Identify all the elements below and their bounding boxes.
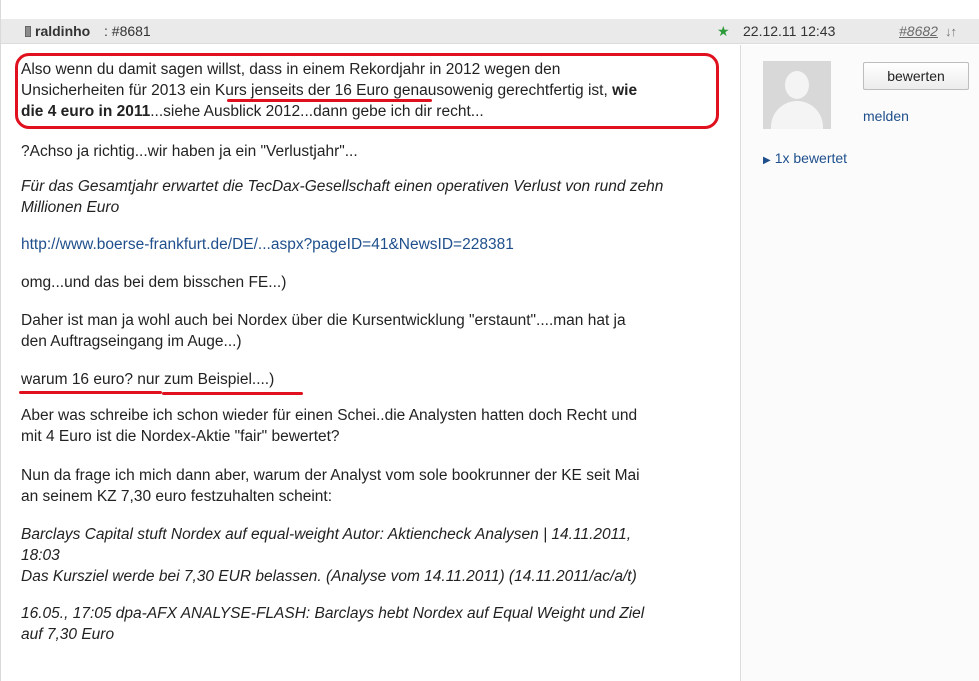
paragraph: omg...und das bei dem bisschen FE...) <box>21 274 287 291</box>
paragraph: ?Achso ja richtig...wir haben ja ein "Ve… <box>21 143 358 160</box>
star-icon: ★ <box>717 23 730 39</box>
paragraph-italic: 16.05., 17:05 dpa-AFX ANALYSE-FLASH: Bar… <box>21 605 645 622</box>
source-link[interactable]: http://www.boerse-frankfurt.de/DE/...asp… <box>21 234 726 255</box>
paragraph: den Auftragseingang im Auge...) <box>21 333 242 350</box>
paragraph: Nun da frage ich mich dann aber, warum d… <box>21 467 640 484</box>
paragraph: Daher ist man ja wohl auch bei Nordex üb… <box>21 312 626 329</box>
paragraph-highlight: warum 16 euro? nur zum Beispiel....) <box>21 371 275 388</box>
author-name[interactable]: raldinho <box>35 19 90 44</box>
paragraph: an seinem KZ 7,30 euro festzuhalten sche… <box>21 488 333 505</box>
forum-post: raldinho : #8681 ★ 22.12.11 12:43 #8682 … <box>0 0 979 681</box>
paragraph: Aber was schreibe ich schon wieder für e… <box>21 407 638 424</box>
avatar-head-shape <box>785 71 809 99</box>
paragraph-italic: Millionen Euro <box>21 199 120 216</box>
paragraph-italic: 18:03 <box>21 547 60 564</box>
avatar-body-shape <box>771 101 823 129</box>
avatar[interactable] <box>763 61 831 129</box>
paragraph-italic: Das Kursziel werde bei 7,30 EUR belassen… <box>21 568 637 585</box>
annotation-underline <box>162 392 303 395</box>
annotation-box <box>15 53 719 129</box>
post-header: raldinho : #8681 ★ 22.12.11 12:43 #8682 … <box>1 19 979 44</box>
next-post-link[interactable]: #8682 <box>899 19 938 44</box>
user-icon <box>25 26 31 37</box>
paragraph: mit 4 Euro ist die Nordex-Aktie "fair" b… <box>21 428 340 445</box>
report-link[interactable]: melden <box>863 108 909 124</box>
paragraph-italic: Für das Gesamtjahr erwartet die TecDax-G… <box>21 178 664 195</box>
sort-arrows-icon[interactable]: ↓↑ <box>945 19 957 44</box>
rated-count-label: 1x bewertet <box>774 150 848 166</box>
annotation-underline <box>19 391 162 394</box>
paragraph-italic: Barclays Capital stuft Nordex auf equal-… <box>21 526 632 543</box>
post-sidebar <box>741 45 979 681</box>
post-number: : #8681 <box>104 23 151 39</box>
triangle-right-icon: ▶ <box>763 155 771 166</box>
paragraph-italic: auf 7,30 Euro <box>21 626 115 643</box>
rate-button[interactable]: bewerten <box>863 62 969 90</box>
rated-count-link[interactable]: ▶ 1x bewertet <box>763 150 847 166</box>
annotation-underline <box>227 99 432 102</box>
post-timestamp: 22.12.11 12:43 <box>743 23 836 39</box>
